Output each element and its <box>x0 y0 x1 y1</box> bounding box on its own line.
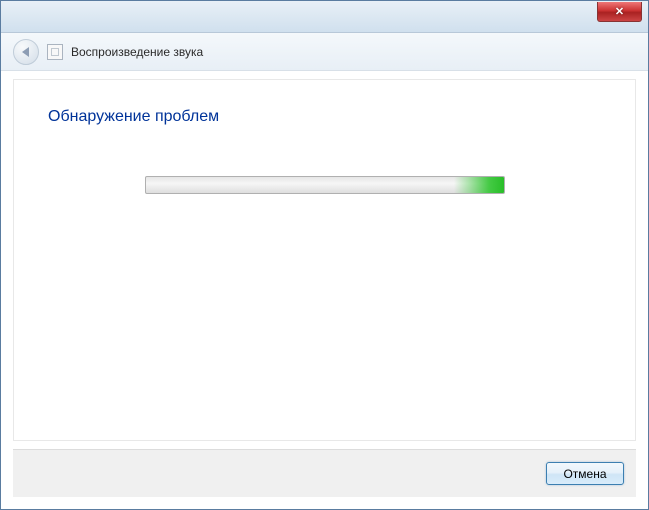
back-button[interactable] <box>13 39 39 65</box>
cancel-button-label: Отмена <box>563 467 606 481</box>
progress-bar <box>145 176 505 194</box>
progress-indicator <box>454 177 504 193</box>
cancel-button[interactable]: Отмена <box>546 462 624 485</box>
wizard-icon <box>47 44 63 60</box>
wizard-title: Воспроизведение звука <box>71 45 203 59</box>
footer-bar: Отмена <box>13 449 636 497</box>
back-arrow-icon <box>22 47 29 57</box>
troubleshooter-window: ✕ Воспроизведение звука Обнаружение проб… <box>0 0 649 510</box>
header-row: Воспроизведение звука <box>1 33 648 71</box>
close-button[interactable]: ✕ <box>597 2 642 22</box>
content-panel: Обнаружение проблем <box>13 79 636 441</box>
page-heading: Обнаружение проблем <box>48 108 601 126</box>
close-icon: ✕ <box>615 5 624 18</box>
titlebar: ✕ <box>1 1 648 33</box>
